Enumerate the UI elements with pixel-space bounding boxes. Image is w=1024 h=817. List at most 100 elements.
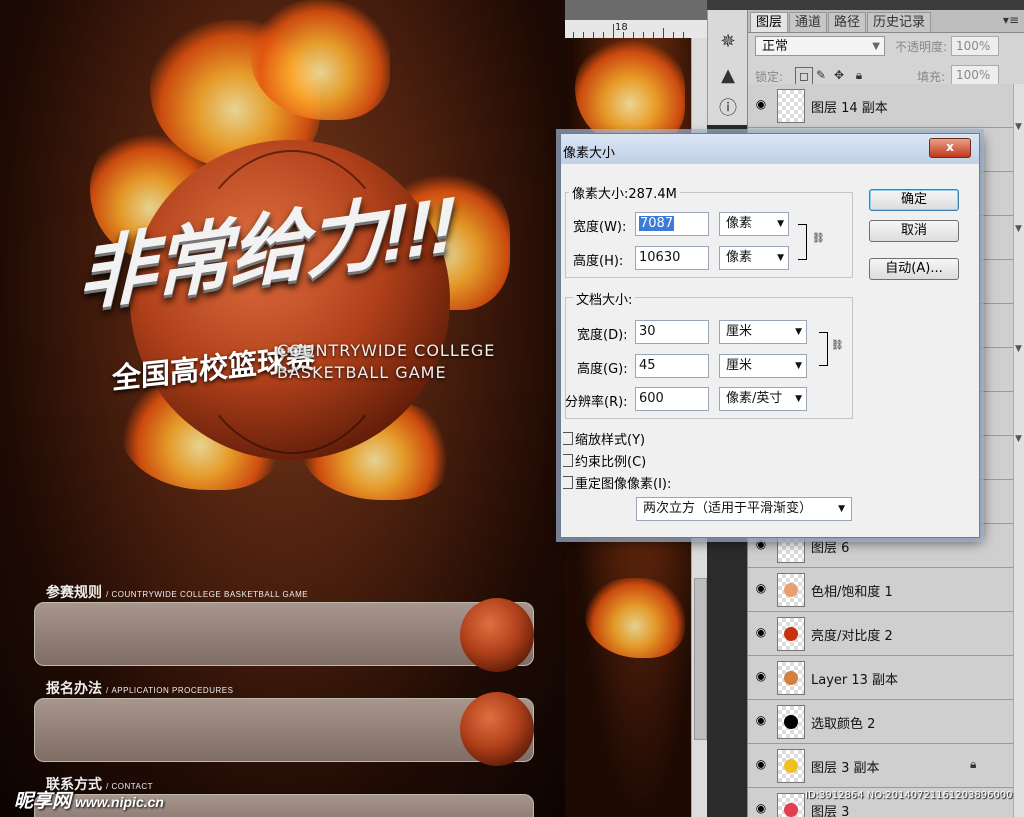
chevron-down-icon[interactable]: ▼ bbox=[1015, 224, 1022, 234]
chevron-down-icon[interactable]: ▼ bbox=[1015, 344, 1022, 354]
chain-link-icon: ⛓ bbox=[812, 233, 825, 244]
visibility-eye-icon[interactable]: ◉ bbox=[752, 625, 770, 639]
visibility-eye-icon[interactable]: ◉ bbox=[752, 537, 770, 551]
resample-method-select[interactable]: 两次立方（适用于平滑渐变） ▼ bbox=[636, 497, 852, 521]
doc-width-unit-select[interactable]: 厘米 ▼ bbox=[719, 320, 807, 344]
section-panel-apply bbox=[34, 698, 534, 762]
panel-tabs: 图层 通道 路径 历史记录 bbox=[748, 10, 1024, 33]
section-panel-rules bbox=[34, 602, 534, 666]
thumb-swatch bbox=[784, 715, 798, 729]
visibility-eye-icon[interactable]: ◉ bbox=[752, 757, 770, 771]
resolution-input[interactable]: 600 bbox=[635, 387, 709, 411]
layer-row[interactable]: ◉ 亮度/对比度 2 bbox=[748, 612, 1013, 656]
layer-thumbnail bbox=[777, 89, 805, 123]
checkbox-box[interactable] bbox=[563, 432, 573, 445]
close-button[interactable]: x bbox=[929, 138, 971, 158]
height-unit-value: 像素 bbox=[726, 250, 753, 265]
layer-name: 图层 6 bbox=[811, 541, 850, 556]
chevron-down-icon[interactable]: ▼ bbox=[1015, 434, 1022, 444]
layer-thumbnail bbox=[777, 705, 805, 739]
thumb-swatch bbox=[784, 627, 798, 641]
section-label-rules: 参赛规则 / COUNTRYWIDE COLLEGE BASKETBALL GAM… bbox=[46, 582, 308, 602]
height-input[interactable]: 10630 bbox=[635, 246, 709, 270]
dialog-titlebar[interactable]: 像素大小 x bbox=[561, 134, 979, 164]
dialog-title: 像素大小 bbox=[563, 146, 616, 161]
tab-layers[interactable]: 图层 bbox=[750, 12, 789, 32]
watermark: 昵享网 www.nipic.cn bbox=[14, 786, 164, 813]
layer-row[interactable]: ◉ Layer 13 副本 bbox=[748, 656, 1013, 700]
doc-height-unit-select[interactable]: 厘米 ▼ bbox=[719, 354, 807, 378]
tab-history[interactable]: 历史记录 bbox=[867, 12, 932, 32]
layer-row[interactable]: ◉ 图层 3 副本 🔒︎ bbox=[748, 744, 1013, 788]
visibility-eye-icon[interactable]: ◉ bbox=[752, 801, 770, 815]
document-size-label: 文档大小: bbox=[573, 289, 636, 308]
resolution-unit-value: 像素/英寸 bbox=[726, 391, 783, 406]
chevron-down-icon: ▼ bbox=[777, 219, 784, 229]
auto-button[interactable]: 自动(A)... bbox=[869, 258, 959, 280]
lock-all-icon[interactable]: 🔒︎ bbox=[851, 67, 867, 83]
layer-name: 选取颜色 2 bbox=[811, 717, 876, 732]
layer-name: 图层 3 副本 bbox=[811, 761, 880, 776]
width-label: 宽度(W): bbox=[573, 220, 627, 235]
constrain-label: 约束比例(C) bbox=[575, 455, 647, 470]
ok-button[interactable]: 确定 bbox=[869, 189, 959, 211]
section-label-apply: 报名办法 / APPLICATION PROCEDURES bbox=[46, 678, 233, 698]
navigator-icon[interactable]: ✵ bbox=[715, 28, 741, 54]
visibility-eye-icon[interactable]: ◉ bbox=[752, 97, 770, 111]
scale-styles-label: 缩放样式(Y) bbox=[575, 433, 646, 448]
panel-dock: ✵ ▲ ⓘ bbox=[707, 10, 748, 125]
layer-thumbnail bbox=[777, 793, 805, 817]
layer-row[interactable]: ◉ 选取颜色 2 bbox=[748, 700, 1013, 744]
blend-mode-select[interactable]: 正常 ▼ bbox=[755, 36, 885, 56]
constrain-proportions-checkbox[interactable]: 约束比例(C) bbox=[563, 451, 646, 470]
thumb-swatch bbox=[784, 583, 798, 597]
checkbox-box[interactable] bbox=[563, 454, 573, 467]
fill-field[interactable]: 100% bbox=[951, 65, 999, 85]
scrollbar-thumb[interactable] bbox=[694, 578, 707, 740]
height-unit-select[interactable]: 像素 ▼ bbox=[719, 246, 789, 270]
doc-height-unit-value: 厘米 bbox=[726, 358, 753, 373]
doc-width-label: 宽度(D): bbox=[577, 328, 628, 343]
width-unit-select[interactable]: 像素 ▼ bbox=[719, 212, 789, 236]
resample-label: 重定图像像素(I): bbox=[575, 477, 672, 492]
poster-subtitle-en: COUNTRYWIDE COLLEGE BASKETBALL GAME bbox=[277, 340, 495, 384]
panel-menu-icon[interactable]: ▾≡ bbox=[1003, 13, 1019, 27]
width-input[interactable]: 7087 bbox=[635, 212, 709, 236]
poster-subtitle-en-line1: COUNTRYWIDE COLLEGE bbox=[277, 341, 496, 360]
thumb-swatch bbox=[784, 759, 798, 773]
scale-styles-checkbox[interactable]: 缩放样式(Y) bbox=[563, 429, 645, 448]
fill-label: 填充: bbox=[917, 70, 946, 84]
horizontal-ruler[interactable]: 18 bbox=[565, 20, 707, 39]
layer-row[interactable]: ◉ 图层 14 副本 bbox=[748, 84, 1013, 128]
layer-name: 亮度/对比度 2 bbox=[811, 629, 893, 644]
section-label-cn: 报名办法 bbox=[46, 680, 102, 696]
layer-row[interactable]: ◉ 色相/饱和度 1 bbox=[748, 568, 1013, 612]
watermark-url: www.nipic.cn bbox=[75, 794, 164, 810]
opacity-field[interactable]: 100% bbox=[951, 36, 999, 56]
doc-height-input[interactable]: 45 bbox=[635, 354, 709, 378]
info-icon[interactable]: ⓘ bbox=[715, 94, 741, 120]
visibility-eye-icon[interactable]: ◉ bbox=[752, 713, 770, 727]
resample-checkbox[interactable]: 重定图像像素(I): bbox=[563, 473, 671, 492]
tab-channels[interactable]: 通道 bbox=[789, 12, 828, 32]
width-unit-value: 像素 bbox=[726, 216, 753, 231]
resolution-unit-select[interactable]: 像素/英寸 ▼ bbox=[719, 387, 807, 411]
visibility-eye-icon[interactable]: ◉ bbox=[752, 581, 770, 595]
doc-height-label: 高度(G): bbox=[577, 362, 628, 377]
poster-canvas: 非常给力!!! 全国高校篮球赛 COUNTRYWIDE COLLEGE BASK… bbox=[0, 0, 565, 817]
visibility-eye-icon[interactable]: ◉ bbox=[752, 669, 770, 683]
chevron-down-icon[interactable]: ▼ bbox=[1015, 122, 1022, 132]
layers-scrollbar[interactable]: ▼ ▼ ▼ ▼ bbox=[1013, 84, 1024, 817]
section-label-en: / APPLICATION PROCEDURES bbox=[106, 686, 234, 695]
checkbox-box[interactable] bbox=[563, 476, 573, 489]
lock-paint-icon[interactable]: ✎ bbox=[813, 67, 829, 83]
width-value: 7087 bbox=[639, 216, 675, 231]
chevron-down-icon: ▼ bbox=[795, 327, 802, 337]
lock-transparent-icon[interactable]: ◻ bbox=[795, 67, 813, 85]
histogram-icon[interactable]: ▲ bbox=[715, 62, 741, 88]
tab-paths[interactable]: 路径 bbox=[828, 12, 867, 32]
layer-name: Layer 13 副本 bbox=[811, 673, 899, 688]
doc-width-input[interactable]: 30 bbox=[635, 320, 709, 344]
lock-move-icon[interactable]: ✥ bbox=[831, 67, 847, 83]
cancel-button[interactable]: 取消 bbox=[869, 220, 959, 242]
